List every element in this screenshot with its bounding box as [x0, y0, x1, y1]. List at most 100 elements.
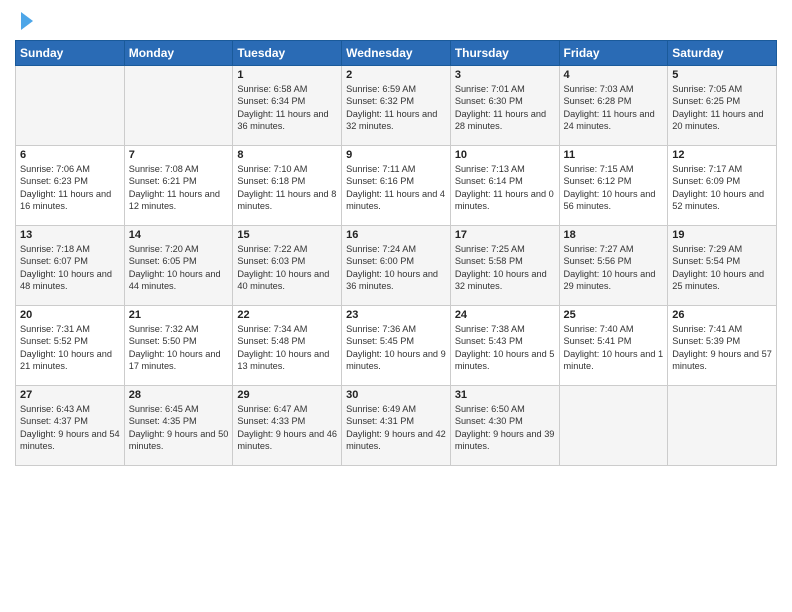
day-info: Sunrise: 7:27 AM Sunset: 5:56 PM Dayligh… — [564, 243, 664, 293]
calendar-cell: 30 Sunrise: 6:49 AM Sunset: 4:31 PM Dayli… — [342, 386, 451, 466]
day-header-friday: Friday — [559, 41, 668, 66]
day-info: Sunrise: 6:58 AM Sunset: 6:34 PM Dayligh… — [237, 83, 337, 133]
day-info: Sunrise: 7:10 AM Sunset: 6:18 PM Dayligh… — [237, 163, 337, 213]
calendar-cell: 21 Sunrise: 7:32 AM Sunset: 5:50 PM Dayli… — [124, 306, 233, 386]
calendar-cell: 22Sunrise: 7:34 AM Sunset: 5:48 PM Dayli… — [233, 306, 342, 386]
calendar-cell: 9 Sunrise: 7:11 AM Sunset: 6:16 PM Daylig… — [342, 146, 451, 226]
day-header-tuesday: Tuesday — [233, 41, 342, 66]
calendar-cell: 12 Sunrise: 7:17 AM Sunset: 6:09 PM Dayli… — [668, 146, 777, 226]
calendar-cell: 16 Sunrise: 7:24 AM Sunset: 6:00 PM Dayli… — [342, 226, 451, 306]
day-info: Sunrise: 6:59 AM Sunset: 6:32 PM Dayligh… — [346, 83, 446, 133]
week-row-1: 1 Sunrise: 6:58 AM Sunset: 6:34 PM Daylig… — [16, 66, 777, 146]
calendar-cell: 1 Sunrise: 6:58 AM Sunset: 6:34 PM Daylig… — [233, 66, 342, 146]
day-number: 13 — [20, 229, 120, 241]
page-container: SundayMondayTuesdayWednesdayThursdayFrid… — [0, 0, 792, 471]
day-number: 23 — [346, 309, 446, 321]
day-number: 16 — [346, 229, 446, 241]
day-number: 14 — [129, 229, 229, 241]
week-row-5: 27 Sunrise: 6:43 AM Sunset: 4:37 PM Dayli… — [16, 386, 777, 466]
calendar-cell: 24 Sunrise: 7:38 AM Sunset: 5:43 PM Dayli… — [450, 306, 559, 386]
calendar-cell: 2 Sunrise: 6:59 AM Sunset: 6:32 PM Daylig… — [342, 66, 451, 146]
day-info: Sunrise: 7:08 AM Sunset: 6:21 PM Dayligh… — [129, 163, 229, 213]
day-info: Sunrise: 7:03 AM Sunset: 6:28 PM Dayligh… — [564, 83, 664, 133]
day-header-monday: Monday — [124, 41, 233, 66]
calendar-cell: 26 Sunrise: 7:41 AM Sunset: 5:39 PM Dayli… — [668, 306, 777, 386]
calendar-cell: 6 Sunrise: 7:06 AM Sunset: 6:23 PM Daylig… — [16, 146, 125, 226]
day-info: Sunrise: 7:24 AM Sunset: 6:00 PM Dayligh… — [346, 243, 446, 293]
day-info: Sunrise: 7:25 AM Sunset: 5:58 PM Dayligh… — [455, 243, 555, 293]
day-number: 17 — [455, 229, 555, 241]
day-info: Sunrise: 7:40 AM Sunset: 5:41 PM Dayligh… — [564, 323, 664, 373]
day-info: Sunrise: 6:47 AM Sunset: 4:33 PM Dayligh… — [237, 403, 337, 453]
day-number: 10 — [455, 149, 555, 161]
logo-icon — [17, 10, 35, 32]
calendar-cell: 15 Sunrise: 7:22 AM Sunset: 6:03 PM Dayli… — [233, 226, 342, 306]
day-number: 22 — [237, 309, 337, 321]
calendar-cell: 27 Sunrise: 6:43 AM Sunset: 4:37 PM Dayli… — [16, 386, 125, 466]
day-info: Sunrise: 7:32 AM Sunset: 5:50 PM Dayligh… — [129, 323, 229, 373]
calendar-cell: 29Sunrise: 6:47 AM Sunset: 4:33 PM Dayli… — [233, 386, 342, 466]
day-info: Sunrise: 6:50 AM Sunset: 4:30 PM Dayligh… — [455, 403, 555, 453]
calendar-cell: 13 Sunrise: 7:18 AM Sunset: 6:07 PM Dayli… — [16, 226, 125, 306]
day-number: 15 — [237, 229, 337, 241]
calendar-cell — [124, 66, 233, 146]
day-number: 20 — [20, 309, 120, 321]
calendar-cell: 3Sunrise: 7:01 AM Sunset: 6:30 PM Daylig… — [450, 66, 559, 146]
day-number: 6 — [20, 149, 120, 161]
day-info: Sunrise: 7:38 AM Sunset: 5:43 PM Dayligh… — [455, 323, 555, 373]
calendar-cell — [559, 386, 668, 466]
day-info: Sunrise: 7:18 AM Sunset: 6:07 PM Dayligh… — [20, 243, 120, 293]
day-info: Sunrise: 7:41 AM Sunset: 5:39 PM Dayligh… — [672, 323, 772, 373]
day-header-wednesday: Wednesday — [342, 41, 451, 66]
day-number: 1 — [237, 69, 337, 81]
day-info: Sunrise: 7:05 AM Sunset: 6:25 PM Dayligh… — [672, 83, 772, 133]
day-info: Sunrise: 6:45 AM Sunset: 4:35 PM Dayligh… — [129, 403, 229, 453]
day-info: Sunrise: 7:17 AM Sunset: 6:09 PM Dayligh… — [672, 163, 772, 213]
day-info: Sunrise: 7:06 AM Sunset: 6:23 PM Dayligh… — [20, 163, 120, 213]
calendar-cell: 20 Sunrise: 7:31 AM Sunset: 5:52 PM Dayli… — [16, 306, 125, 386]
week-row-4: 20 Sunrise: 7:31 AM Sunset: 5:52 PM Dayli… — [16, 306, 777, 386]
day-info: Sunrise: 7:01 AM Sunset: 6:30 PM Dayligh… — [455, 83, 555, 133]
calendar-cell: 10Sunrise: 7:13 AM Sunset: 6:14 PM Dayli… — [450, 146, 559, 226]
day-number: 25 — [564, 309, 664, 321]
day-number: 4 — [564, 69, 664, 81]
day-info: Sunrise: 7:29 AM Sunset: 5:54 PM Dayligh… — [672, 243, 772, 293]
day-info: Sunrise: 7:11 AM Sunset: 6:16 PM Dayligh… — [346, 163, 446, 213]
day-info: Sunrise: 7:15 AM Sunset: 6:12 PM Dayligh… — [564, 163, 664, 213]
day-number: 7 — [129, 149, 229, 161]
day-info: Sunrise: 7:31 AM Sunset: 5:52 PM Dayligh… — [20, 323, 120, 373]
calendar-cell: 5 Sunrise: 7:05 AM Sunset: 6:25 PM Daylig… — [668, 66, 777, 146]
logo — [15, 10, 35, 32]
day-number: 5 — [672, 69, 772, 81]
day-number: 28 — [129, 389, 229, 401]
calendar-cell: 19 Sunrise: 7:29 AM Sunset: 5:54 PM Dayli… — [668, 226, 777, 306]
day-number: 19 — [672, 229, 772, 241]
day-number: 27 — [20, 389, 120, 401]
day-number: 2 — [346, 69, 446, 81]
day-info: Sunrise: 7:20 AM Sunset: 6:05 PM Dayligh… — [129, 243, 229, 293]
day-number: 26 — [672, 309, 772, 321]
calendar-cell: 18 Sunrise: 7:27 AM Sunset: 5:56 PM Dayli… — [559, 226, 668, 306]
calendar-cell: 8 Sunrise: 7:10 AM Sunset: 6:18 PM Daylig… — [233, 146, 342, 226]
day-header-saturday: Saturday — [668, 41, 777, 66]
calendar-table: SundayMondayTuesdayWednesdayThursdayFrid… — [15, 40, 777, 466]
day-number: 24 — [455, 309, 555, 321]
day-number: 30 — [346, 389, 446, 401]
day-info: Sunrise: 7:36 AM Sunset: 5:45 PM Dayligh… — [346, 323, 446, 373]
day-info: Sunrise: 7:22 AM Sunset: 6:03 PM Dayligh… — [237, 243, 337, 293]
calendar-cell — [16, 66, 125, 146]
calendar-cell: 14 Sunrise: 7:20 AM Sunset: 6:05 PM Dayli… — [124, 226, 233, 306]
day-info: Sunrise: 6:49 AM Sunset: 4:31 PM Dayligh… — [346, 403, 446, 453]
day-number: 8 — [237, 149, 337, 161]
calendar-cell: 28 Sunrise: 6:45 AM Sunset: 4:35 PM Dayli… — [124, 386, 233, 466]
header — [15, 10, 777, 32]
day-number: 21 — [129, 309, 229, 321]
day-number: 9 — [346, 149, 446, 161]
day-number: 11 — [564, 149, 664, 161]
day-number: 18 — [564, 229, 664, 241]
calendar-cell: 11 Sunrise: 7:15 AM Sunset: 6:12 PM Dayli… — [559, 146, 668, 226]
calendar-cell: 25 Sunrise: 7:40 AM Sunset: 5:41 PM Dayli… — [559, 306, 668, 386]
calendar-cell: 23 Sunrise: 7:36 AM Sunset: 5:45 PM Dayli… — [342, 306, 451, 386]
day-number: 12 — [672, 149, 772, 161]
day-info: Sunrise: 6:43 AM Sunset: 4:37 PM Dayligh… — [20, 403, 120, 453]
